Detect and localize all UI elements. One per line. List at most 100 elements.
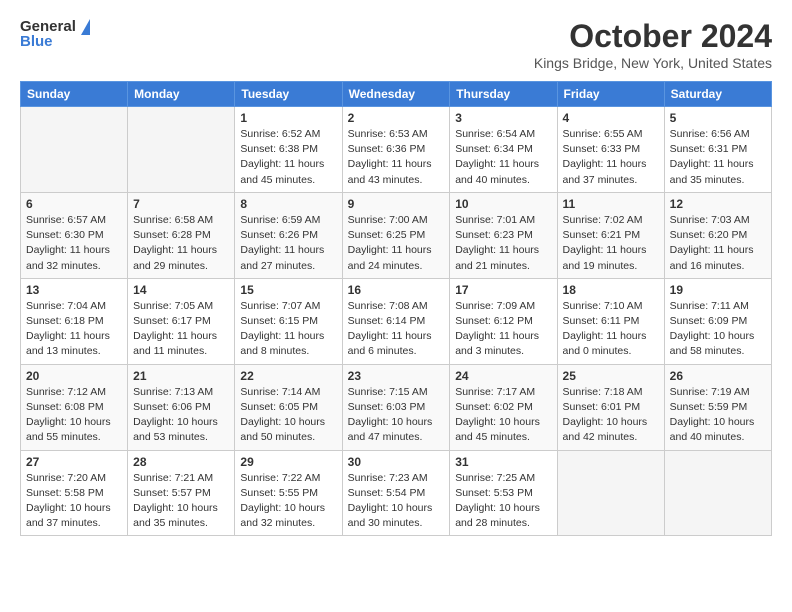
calendar-cell: 14Sunrise: 7:05 AMSunset: 6:17 PMDayligh… bbox=[128, 278, 235, 364]
day-info: Sunrise: 7:00 AMSunset: 6:25 PMDaylight:… bbox=[348, 213, 445, 274]
month-title: October 2024 bbox=[534, 18, 772, 55]
day-info: Sunrise: 6:57 AMSunset: 6:30 PMDaylight:… bbox=[26, 213, 122, 274]
calendar-cell: 2 Sunrise: 6:53 AMSunset: 6:36 PMDaylight… bbox=[342, 107, 450, 193]
calendar-cell: 28Sunrise: 7:21 AMSunset: 5:57 PMDayligh… bbox=[128, 450, 235, 536]
calendar-cell: 29Sunrise: 7:22 AMSunset: 5:55 PMDayligh… bbox=[235, 450, 342, 536]
calendar-cell: 26Sunrise: 7:19 AMSunset: 5:59 PMDayligh… bbox=[664, 364, 771, 450]
calendar-cell: 8 Sunrise: 6:59 AMSunset: 6:26 PMDaylight… bbox=[235, 192, 342, 278]
day-info: Sunrise: 7:22 AMSunset: 5:55 PMDaylight:… bbox=[240, 471, 336, 532]
day-number: 31 bbox=[455, 455, 551, 469]
day-number: 25 bbox=[563, 369, 659, 383]
day-number: 6 bbox=[26, 197, 122, 211]
calendar-week-row: 1Sunrise: 6:52 AMSunset: 6:38 PMDaylight… bbox=[21, 107, 772, 193]
location: Kings Bridge, New York, United States bbox=[534, 55, 772, 71]
calendar-week-row: 13 Sunrise: 7:04 AMSunset: 6:18 PMDayligh… bbox=[21, 278, 772, 364]
logo: General Blue bbox=[20, 18, 90, 50]
day-number: 21 bbox=[133, 369, 229, 383]
calendar-cell: 17 Sunrise: 7:09 AMSunset: 6:12 PMDayligh… bbox=[450, 278, 557, 364]
calendar-cell: 27 Sunrise: 7:20 AMSunset: 5:58 PMDayligh… bbox=[21, 450, 128, 536]
day-info: Sunrise: 6:53 AMSunset: 6:36 PMDaylight:… bbox=[348, 127, 445, 188]
header-right: October 2024 Kings Bridge, New York, Uni… bbox=[534, 18, 772, 71]
calendar-cell: 7 Sunrise: 6:58 AMSunset: 6:28 PMDaylight… bbox=[128, 192, 235, 278]
day-info: Sunrise: 7:17 AMSunset: 6:02 PMDaylight:… bbox=[455, 385, 551, 446]
day-number: 17 bbox=[455, 283, 551, 297]
calendar-cell: 11Sunrise: 7:02 AMSunset: 6:21 PMDayligh… bbox=[557, 192, 664, 278]
day-number: 14 bbox=[133, 283, 229, 297]
calendar-cell bbox=[557, 450, 664, 536]
calendar-header-row: SundayMondayTuesdayWednesdayThursdayFrid… bbox=[21, 82, 772, 107]
day-number: 9 bbox=[348, 197, 445, 211]
calendar-cell: 16Sunrise: 7:08 AMSunset: 6:14 PMDayligh… bbox=[342, 278, 450, 364]
day-number: 27 bbox=[26, 455, 122, 469]
calendar-cell: 1Sunrise: 6:52 AMSunset: 6:38 PMDaylight… bbox=[235, 107, 342, 193]
header: General Blue October 2024 Kings Bridge, … bbox=[20, 18, 772, 71]
calendar-week-row: 20Sunrise: 7:12 AMSunset: 6:08 PMDayligh… bbox=[21, 364, 772, 450]
day-number: 22 bbox=[240, 369, 336, 383]
day-info: Sunrise: 6:54 AMSunset: 6:34 PMDaylight:… bbox=[455, 127, 551, 188]
day-info: Sunrise: 7:09 AMSunset: 6:12 PMDaylight:… bbox=[455, 299, 551, 360]
day-number: 3 bbox=[455, 111, 551, 125]
day-info: Sunrise: 7:25 AMSunset: 5:53 PMDaylight:… bbox=[455, 471, 551, 532]
calendar-cell: 13 Sunrise: 7:04 AMSunset: 6:18 PMDayligh… bbox=[21, 278, 128, 364]
day-number: 1 bbox=[240, 111, 336, 125]
calendar-cell bbox=[21, 107, 128, 193]
day-info: Sunrise: 7:15 AMSunset: 6:03 PMDaylight:… bbox=[348, 385, 445, 446]
day-number: 28 bbox=[133, 455, 229, 469]
day-info: Sunrise: 7:20 AMSunset: 5:58 PMDaylight:… bbox=[26, 471, 122, 532]
weekday-header: Monday bbox=[128, 82, 235, 107]
weekday-header: Friday bbox=[557, 82, 664, 107]
day-info: Sunrise: 7:13 AMSunset: 6:06 PMDaylight:… bbox=[133, 385, 229, 446]
day-number: 16 bbox=[348, 283, 445, 297]
calendar: SundayMondayTuesdayWednesdayThursdayFrid… bbox=[20, 81, 772, 536]
calendar-cell: 20Sunrise: 7:12 AMSunset: 6:08 PMDayligh… bbox=[21, 364, 128, 450]
weekday-header: Saturday bbox=[664, 82, 771, 107]
day-info: Sunrise: 6:55 AMSunset: 6:33 PMDaylight:… bbox=[563, 127, 659, 188]
weekday-header: Sunday bbox=[21, 82, 128, 107]
day-info: Sunrise: 6:59 AMSunset: 6:26 PMDaylight:… bbox=[240, 213, 336, 274]
page: General Blue October 2024 Kings Bridge, … bbox=[0, 0, 792, 554]
calendar-week-row: 6 Sunrise: 6:57 AMSunset: 6:30 PMDaylight… bbox=[21, 192, 772, 278]
calendar-cell: 3 Sunrise: 6:54 AMSunset: 6:34 PMDaylight… bbox=[450, 107, 557, 193]
day-info: Sunrise: 7:12 AMSunset: 6:08 PMDaylight:… bbox=[26, 385, 122, 446]
day-number: 19 bbox=[670, 283, 766, 297]
day-number: 8 bbox=[240, 197, 336, 211]
calendar-cell: 31 Sunrise: 7:25 AMSunset: 5:53 PMDayligh… bbox=[450, 450, 557, 536]
day-number: 11 bbox=[563, 197, 659, 211]
calendar-cell: 9 Sunrise: 7:00 AMSunset: 6:25 PMDaylight… bbox=[342, 192, 450, 278]
calendar-cell: 30Sunrise: 7:23 AMSunset: 5:54 PMDayligh… bbox=[342, 450, 450, 536]
calendar-cell: 10 Sunrise: 7:01 AMSunset: 6:23 PMDayligh… bbox=[450, 192, 557, 278]
calendar-cell: 5 Sunrise: 6:56 AMSunset: 6:31 PMDaylight… bbox=[664, 107, 771, 193]
calendar-cell: 19Sunrise: 7:11 AMSunset: 6:09 PMDayligh… bbox=[664, 278, 771, 364]
day-info: Sunrise: 6:58 AMSunset: 6:28 PMDaylight:… bbox=[133, 213, 229, 274]
weekday-header: Thursday bbox=[450, 82, 557, 107]
day-number: 26 bbox=[670, 369, 766, 383]
calendar-cell: 25 Sunrise: 7:18 AMSunset: 6:01 PMDayligh… bbox=[557, 364, 664, 450]
day-info: Sunrise: 7:10 AMSunset: 6:11 PMDaylight:… bbox=[563, 299, 659, 360]
day-number: 10 bbox=[455, 197, 551, 211]
day-info: Sunrise: 7:18 AMSunset: 6:01 PMDaylight:… bbox=[563, 385, 659, 446]
logo-blue: Blue bbox=[20, 33, 53, 50]
calendar-cell: 4Sunrise: 6:55 AMSunset: 6:33 PMDaylight… bbox=[557, 107, 664, 193]
day-info: Sunrise: 7:14 AMSunset: 6:05 PMDaylight:… bbox=[240, 385, 336, 446]
day-info: Sunrise: 7:04 AMSunset: 6:18 PMDaylight:… bbox=[26, 299, 122, 360]
weekday-header: Tuesday bbox=[235, 82, 342, 107]
calendar-cell bbox=[128, 107, 235, 193]
calendar-week-row: 27 Sunrise: 7:20 AMSunset: 5:58 PMDayligh… bbox=[21, 450, 772, 536]
day-number: 18 bbox=[563, 283, 659, 297]
day-number: 5 bbox=[670, 111, 766, 125]
calendar-cell: 24 Sunrise: 7:17 AMSunset: 6:02 PMDayligh… bbox=[450, 364, 557, 450]
day-number: 12 bbox=[670, 197, 766, 211]
calendar-cell: 21 Sunrise: 7:13 AMSunset: 6:06 PMDayligh… bbox=[128, 364, 235, 450]
day-number: 15 bbox=[240, 283, 336, 297]
day-info: Sunrise: 7:01 AMSunset: 6:23 PMDaylight:… bbox=[455, 213, 551, 274]
calendar-cell: 6 Sunrise: 6:57 AMSunset: 6:30 PMDaylight… bbox=[21, 192, 128, 278]
day-number: 13 bbox=[26, 283, 122, 297]
calendar-cell: 23Sunrise: 7:15 AMSunset: 6:03 PMDayligh… bbox=[342, 364, 450, 450]
day-number: 7 bbox=[133, 197, 229, 211]
day-info: Sunrise: 7:07 AMSunset: 6:15 PMDaylight:… bbox=[240, 299, 336, 360]
day-number: 2 bbox=[348, 111, 445, 125]
day-number: 24 bbox=[455, 369, 551, 383]
calendar-cell bbox=[664, 450, 771, 536]
calendar-cell: 18 Sunrise: 7:10 AMSunset: 6:11 PMDayligh… bbox=[557, 278, 664, 364]
day-info: Sunrise: 6:56 AMSunset: 6:31 PMDaylight:… bbox=[670, 127, 766, 188]
